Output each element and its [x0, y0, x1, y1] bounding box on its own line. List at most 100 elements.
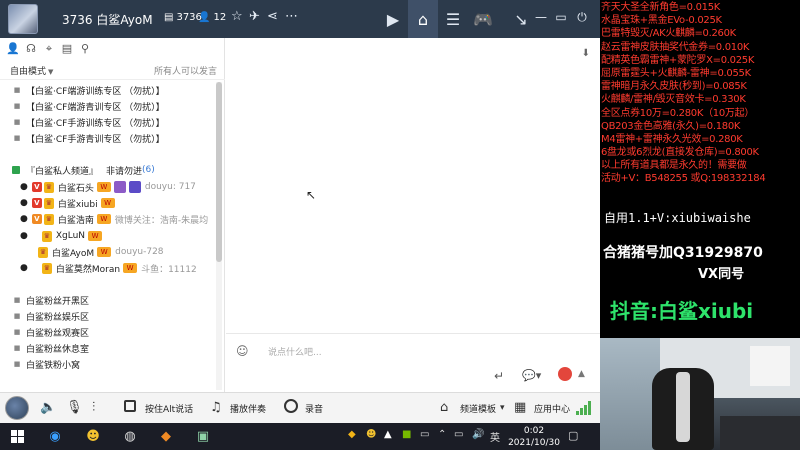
user-item[interactable]: ● V ♛ 白鲨xiubi W [0, 195, 216, 211]
minimize-icon[interactable]: — [532, 10, 550, 24]
bullet-icon: ■ [13, 360, 21, 368]
user-item[interactable]: ● V ♛ 白鲨石头 W douyu: 717 [0, 179, 216, 195]
windows-start-icon[interactable] [11, 430, 25, 444]
channel-label: 白鲨粉丝开黑区 [26, 296, 90, 307]
star-icon[interactable]: ☆ [231, 9, 243, 24]
speaker-icon[interactable]: 🔈 [40, 400, 56, 415]
rank-badge: W [96, 182, 111, 192]
price-line: QB203金色高雅(永久)=0.180K [601, 120, 741, 132]
rank-badge: W [97, 247, 112, 257]
send-icon[interactable]: ↵ [494, 369, 504, 383]
channel-label: 【白鲨·CF手游青训专区 （勿扰）】 [26, 134, 165, 145]
apps-icon[interactable]: ▦ [514, 400, 526, 415]
chat-bubble-icon[interactable]: 💬▾ [522, 369, 541, 382]
user-item[interactable]: ● V ♛ 白鲨浩南 W 微博关注：浩南-朱晨均 [0, 211, 216, 227]
mic-on-icon: ● [20, 182, 28, 192]
channel-item[interactable]: ■ 【白鲨·CF手游训练专区 （勿扰）】 [0, 114, 216, 130]
channel-item[interactable]: ■ 白鲨粉丝开黑区 [0, 292, 216, 308]
noble-badge: ♛ [41, 230, 52, 242]
home-icon[interactable]: ⌂ [408, 0, 438, 38]
more-icon[interactable]: ⋯ [285, 9, 298, 24]
plane-icon[interactable]: ✈ [249, 9, 260, 24]
channel-scrollbar[interactable] [216, 82, 222, 390]
channel-item[interactable]: ■ 白鲨粉丝观赛区 [0, 324, 216, 340]
notes-icon[interactable]: ▤ [60, 42, 74, 56]
share-icon[interactable]: ⋖ [267, 9, 278, 24]
channel-avatar[interactable] [8, 4, 38, 34]
notification-icon[interactable]: ▢ [568, 429, 578, 442]
yy-app-icon[interactable]: ◆ [156, 427, 176, 446]
taskbar-clock[interactable]: 0:02 2021/10/30 [506, 425, 562, 449]
chevron-down-icon[interactable]: ▾ [500, 403, 505, 413]
id-card-icon: ▤ [164, 12, 174, 23]
template-icon[interactable]: ⌂ [440, 400, 448, 415]
restore-icon[interactable]: ▭ [552, 10, 570, 24]
channel-template-label[interactable]: 频道模板 [460, 402, 496, 415]
browser-icon[interactable]: ◉ [45, 427, 65, 446]
accompaniment-label[interactable]: 播放伴奏 [230, 402, 266, 415]
clock-date: 2021/10/30 [508, 438, 560, 448]
mic-on-icon: ● [20, 214, 28, 224]
mode-selector[interactable]: 自由模式 ▼ [10, 64, 53, 77]
tray-chevron-icon[interactable]: ⌃ [438, 429, 446, 440]
nvidia-icon[interactable]: ■ [402, 429, 411, 440]
list-icon[interactable]: ☰ [438, 0, 468, 38]
channel-toolbar: 👤 ☊ ⌖ ▤ ⚲ [0, 38, 225, 60]
push-to-talk-label[interactable]: 按住Alt说话 [145, 402, 193, 415]
channel-item[interactable]: ■ 【白鲨·CF手游青训专区 （勿扰）】 [0, 130, 216, 146]
download-icon[interactable]: ⬇ [582, 48, 590, 59]
user-item[interactable]: ♛ 白鲨AyoM W douyu-728 [0, 244, 216, 260]
user-name: 白鲨莫然Moran [55, 264, 121, 275]
chevron-up-icon[interactable]: ▲ [578, 369, 585, 379]
price-line: 配精英色霸雷神+蒙陀罗X=0.025K [601, 54, 755, 66]
user-item[interactable]: ● ♛ XgLuN W [0, 228, 216, 244]
price-line: 巴雷特毁灭/AK火麒麟=0.260K [601, 28, 736, 40]
checkbox-icon[interactable] [124, 400, 136, 412]
person-icon[interactable]: 👤 [6, 42, 20, 56]
tray-game-icon[interactable]: ▲ [384, 429, 392, 440]
record-icon[interactable] [284, 399, 298, 413]
my-avatar[interactable] [5, 396, 29, 420]
tray-app-icon[interactable]: ◆ [348, 429, 356, 440]
music-icon[interactable]: ♫ [210, 400, 222, 415]
channel-item[interactable]: ■ 【白鲨·CF端游青训专区 （勿扰）】 [0, 98, 216, 114]
chat-input[interactable]: 说点什么吧... [268, 345, 322, 358]
window-app-icon[interactable]: ▣ [193, 427, 213, 446]
user-item[interactable]: ● ♛ 白鲨莫然Moran W 斗鱼：11112 [0, 260, 216, 276]
user-note: douyu-728 [115, 247, 164, 257]
mouse-cursor-icon: ↖ [306, 188, 317, 202]
channel-item[interactable]: ■ 【白鲨·CF端游训练专区 （勿扰）】 [0, 82, 216, 98]
headset-icon[interactable]: ☊ [24, 42, 38, 56]
microphone-icon[interactable]: 🎙 [66, 400, 83, 415]
volume-icon[interactable]: 🔊 [472, 429, 484, 440]
bullet-icon: ■ [13, 102, 21, 110]
channel-item[interactable]: ■ 白鲨粉丝休息室 [0, 340, 216, 356]
ime-indicator[interactable]: 英 [490, 429, 500, 444]
search-icon[interactable]: ⚲ [78, 42, 92, 56]
app-center-label[interactable]: 应用中心 [534, 402, 570, 415]
user-name: 白鲨xiubi [57, 199, 98, 210]
scroll-thumb[interactable] [216, 82, 222, 262]
user-note: 微博关注：浩南-朱晨均 [114, 215, 209, 226]
bullet-icon: ■ [13, 134, 21, 142]
gamepad-icon[interactable]: 🎮 [468, 0, 498, 38]
record-label[interactable]: 录音 [305, 402, 323, 415]
channel-item-private[interactable]: 『白鲨私人频道』 非请勿进 (6) [0, 162, 216, 178]
owl-app-icon[interactable]: ☻ [83, 427, 103, 446]
power-icon[interactable]: ⏻ [573, 10, 591, 25]
location-icon[interactable]: ⌖ [42, 42, 56, 56]
channel-label: 白鲨粉丝休息室 [26, 344, 90, 355]
channel-label: 【白鲨·CF端游青训专区 （勿扰）】 [26, 102, 165, 113]
obs-icon[interactable]: ◍ [120, 427, 140, 446]
flower-gift-icon[interactable] [558, 367, 572, 381]
tray-owl-icon[interactable]: ☻ [366, 429, 376, 440]
video-icon[interactable]: ▶ [378, 0, 408, 38]
channel-item[interactable]: ■ 白鲨粉丝娱乐区 [0, 308, 216, 324]
emoji-icon[interactable]: ☺ [236, 344, 249, 358]
channel-label: 白鲨铁粉小窝 [26, 360, 81, 371]
network-icon[interactable]: ▭ [454, 429, 463, 440]
tray-monitor-icon[interactable]: ▭ [420, 429, 429, 440]
user-name: 白鲨石头 [57, 183, 94, 194]
mixer-icon[interactable]: ⫶ [92, 400, 95, 415]
channel-item[interactable]: ■ 白鲨铁粉小窝 [0, 356, 216, 372]
